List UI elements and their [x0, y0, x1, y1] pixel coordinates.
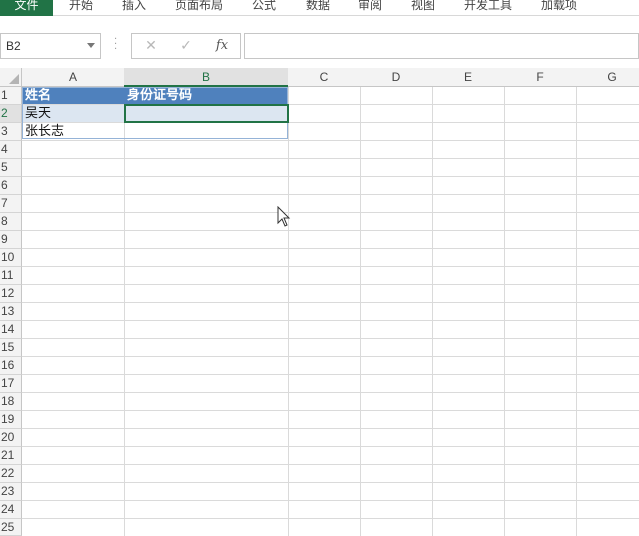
row-header-15[interactable]: 15: [0, 339, 22, 357]
row-header-2[interactable]: 2: [0, 105, 22, 123]
column-header-d[interactable]: D: [360, 68, 433, 87]
gridline: [360, 87, 361, 536]
name-box-value: B2: [6, 39, 21, 53]
row-header-13[interactable]: 13: [0, 303, 22, 321]
gridline: [22, 140, 639, 141]
gridline: [288, 87, 289, 536]
column-header-b[interactable]: B: [124, 68, 289, 87]
row-header-4[interactable]: 4: [0, 141, 22, 159]
gridline: [22, 428, 639, 429]
column-header-g[interactable]: G: [576, 68, 639, 87]
insert-function-icon[interactable]: fx: [211, 34, 233, 58]
select-all-button[interactable]: [0, 68, 22, 87]
row-header-16[interactable]: 16: [0, 357, 22, 375]
formula-actions: ✕ ✓ fx: [131, 33, 241, 59]
column-header-f[interactable]: F: [504, 68, 577, 87]
more-options-icon[interactable]: · · ·: [114, 35, 118, 55]
row-header-5[interactable]: 5: [0, 159, 22, 177]
gridline: [22, 500, 639, 501]
gridline: [22, 482, 639, 483]
row-header-17[interactable]: 17: [0, 375, 22, 393]
tab-home[interactable]: 开始: [69, 0, 93, 16]
row-header-21[interactable]: 21: [0, 447, 22, 465]
enter-icon[interactable]: ✓: [175, 34, 197, 58]
gridline: [22, 176, 639, 177]
gridline: [22, 410, 639, 411]
gridline: [22, 338, 639, 339]
gridline: [22, 230, 639, 231]
gridline: [504, 87, 505, 536]
gridline: [576, 87, 577, 536]
table-cell-name[interactable]: 张长志: [22, 123, 124, 140]
row-header-8[interactable]: 8: [0, 213, 22, 231]
row-header-1[interactable]: 1: [0, 87, 22, 105]
table-cell-id-number[interactable]: [125, 123, 288, 140]
gridline: [22, 266, 639, 267]
row-header-12[interactable]: 12: [0, 285, 22, 303]
tab-formulas[interactable]: 公式: [252, 0, 276, 16]
gridline: [22, 374, 639, 375]
column-header-c[interactable]: C: [288, 68, 361, 87]
row-header-18[interactable]: 18: [0, 393, 22, 411]
gridline: [22, 158, 639, 159]
table-cell-name[interactable]: 吴天: [22, 105, 124, 122]
name-box[interactable]: B2: [0, 33, 101, 59]
row-header-22[interactable]: 22: [0, 465, 22, 483]
gridline: [22, 248, 639, 249]
row-header-7[interactable]: 7: [0, 195, 22, 213]
table-header-id-number[interactable]: 身份证号码: [124, 87, 288, 104]
row-header-19[interactable]: 19: [0, 411, 22, 429]
row-header-9[interactable]: 9: [0, 231, 22, 249]
gridline: [432, 87, 433, 536]
column-header-a[interactable]: A: [22, 68, 125, 87]
tab-insert[interactable]: 插入: [122, 0, 146, 16]
row-header-20[interactable]: 20: [0, 429, 22, 447]
gridline: [22, 320, 639, 321]
tab-review[interactable]: 审阅: [358, 0, 382, 16]
table-cell-id-number[interactable]: [125, 105, 288, 122]
chevron-down-icon[interactable]: [87, 43, 95, 48]
row-header-23[interactable]: 23: [0, 483, 22, 501]
gridline: [22, 392, 639, 393]
row-header-24[interactable]: 24: [0, 501, 22, 519]
tab-view[interactable]: 视图: [411, 0, 435, 16]
gridline: [22, 518, 639, 519]
ribbon-tab-bar: 文件 开始 插入 页面布局 公式 数据 审阅 视图 开发工具 加载项: [0, 0, 639, 16]
row-header-3[interactable]: 3: [0, 123, 22, 141]
row-header-25[interactable]: 25: [0, 519, 22, 536]
gridline: [22, 194, 639, 195]
gridline: [22, 446, 639, 447]
gridline: [22, 284, 639, 285]
gridline: [22, 302, 639, 303]
tab-file[interactable]: 文件: [0, 0, 53, 16]
row-header-11[interactable]: 11: [0, 267, 22, 285]
column-header-e[interactable]: E: [432, 68, 505, 87]
gridline: [22, 464, 639, 465]
row-header-10[interactable]: 10: [0, 249, 22, 267]
formula-bar: B2 · · · ✕ ✓ fx: [0, 33, 639, 59]
formula-input[interactable]: [244, 33, 639, 59]
tab-addins[interactable]: 加载项: [541, 0, 577, 16]
row-header-6[interactable]: 6: [0, 177, 22, 195]
gridline: [124, 87, 125, 536]
mouse-cursor-icon: [277, 206, 291, 227]
cancel-icon[interactable]: ✕: [140, 34, 162, 58]
row-header-14[interactable]: 14: [0, 321, 22, 339]
gridline: [22, 212, 639, 213]
tab-data[interactable]: 数据: [306, 0, 330, 16]
gridline: [22, 356, 639, 357]
tab-page-layout[interactable]: 页面布局: [175, 0, 223, 16]
tab-developer[interactable]: 开发工具: [464, 0, 512, 16]
select-all-triangle-icon: [9, 74, 19, 84]
table-header-name[interactable]: 姓名: [22, 87, 124, 104]
